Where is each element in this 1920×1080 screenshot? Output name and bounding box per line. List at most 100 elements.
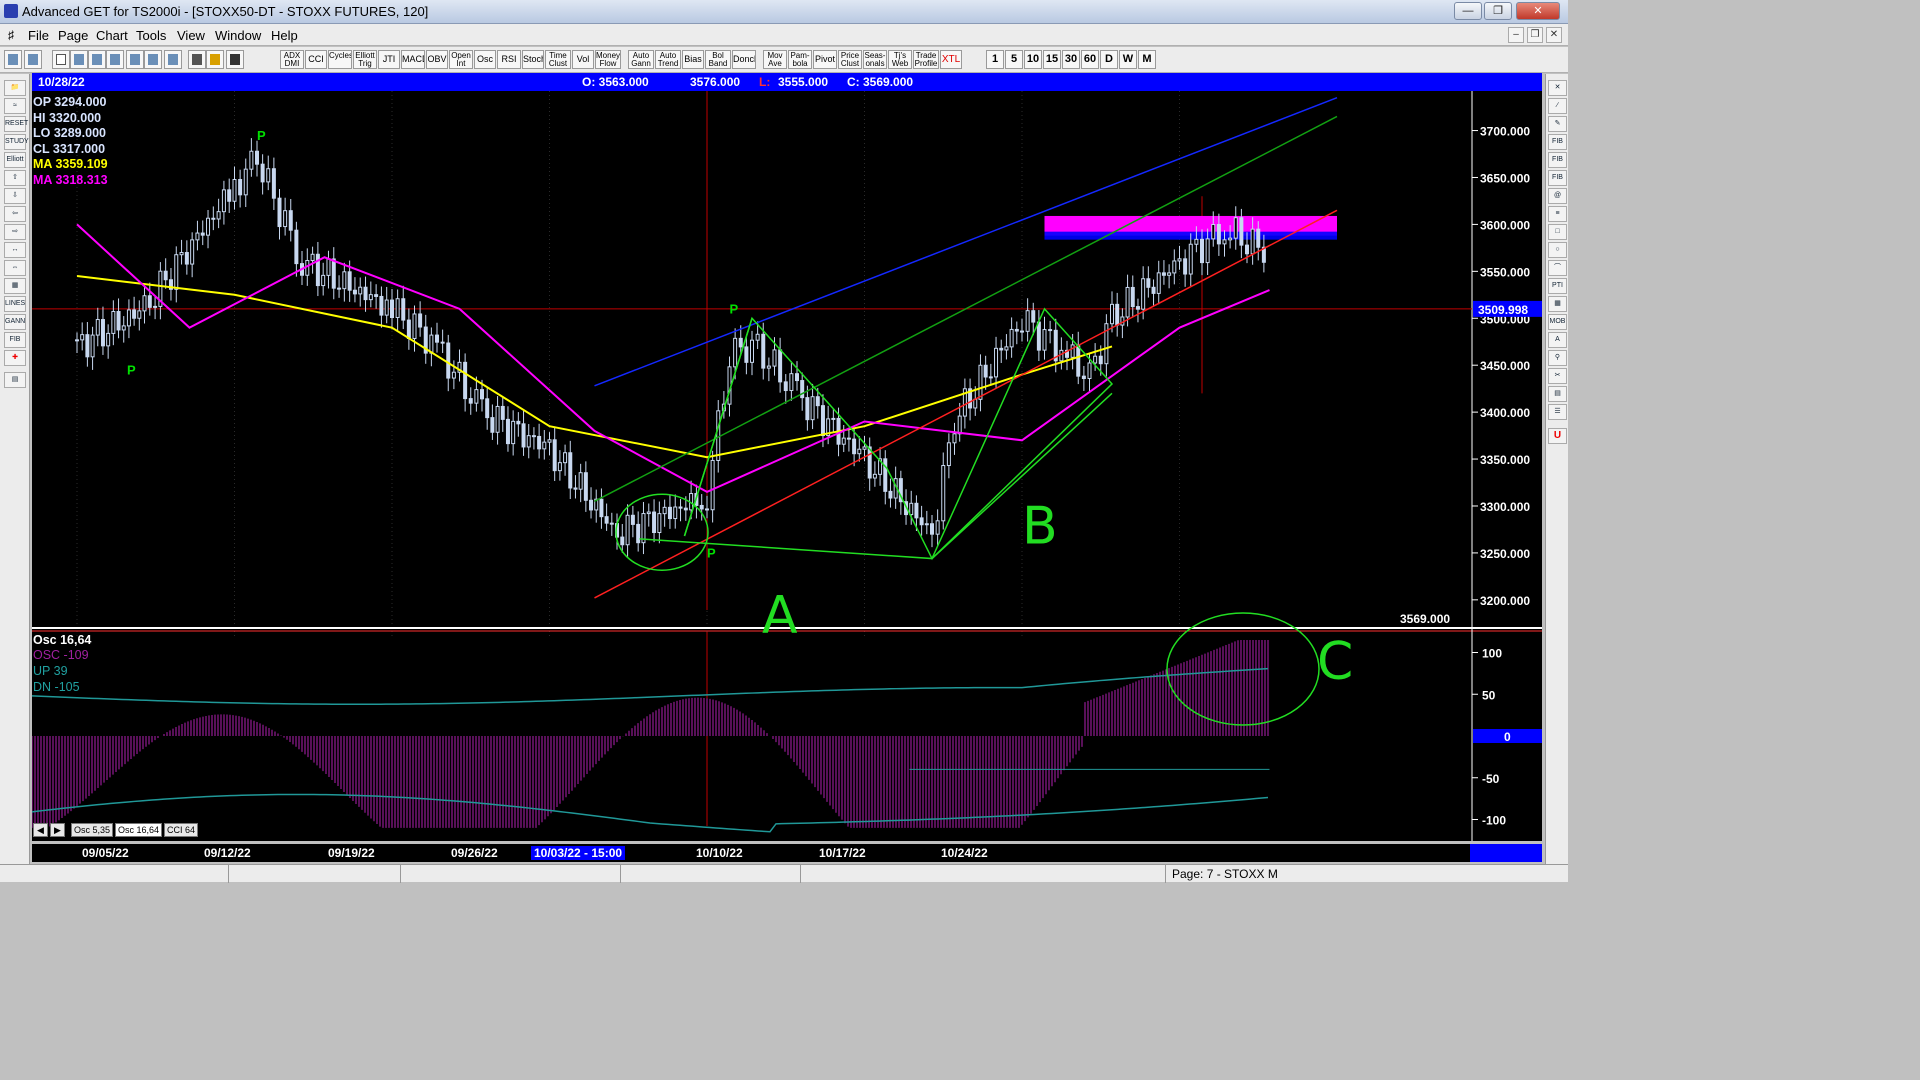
- layout-icon[interactable]: [144, 50, 162, 69]
- box-icon[interactable]: □: [1548, 224, 1567, 240]
- timeframe-button[interactable]: 15: [1043, 50, 1061, 69]
- help-icon[interactable]: [206, 50, 224, 69]
- study-button[interactable]: Auto Trend: [655, 50, 681, 69]
- study-button[interactable]: Elliott Trig: [353, 50, 377, 69]
- table-icon[interactable]: ▦: [4, 278, 26, 294]
- close-button[interactable]: ✕: [1516, 2, 1560, 20]
- study-button[interactable]: Osc: [474, 50, 496, 69]
- text-tool-icon[interactable]: A: [1548, 332, 1567, 348]
- menu-chart[interactable]: Chart: [96, 28, 128, 43]
- study-button[interactable]: Money Flow: [595, 50, 621, 69]
- mob-icon[interactable]: MOB: [1548, 314, 1567, 330]
- timeframe-button[interactable]: 30: [1062, 50, 1080, 69]
- mdi-close-button[interactable]: ✕: [1546, 27, 1562, 43]
- elliott-icon[interactable]: Elliott: [4, 152, 26, 168]
- fib-ext-icon[interactable]: FIB: [1548, 152, 1567, 168]
- maximize-button[interactable]: ❐: [1484, 2, 1512, 20]
- window-icon[interactable]: [126, 50, 144, 69]
- study-button[interactable]: Mov Ave: [763, 50, 787, 69]
- compress-icon[interactable]: ⇔: [4, 260, 26, 276]
- timeframe-button[interactable]: 5: [1005, 50, 1023, 69]
- study-button[interactable]: Pam- bola: [788, 50, 812, 69]
- draw-line-icon[interactable]: ∕: [1548, 98, 1567, 114]
- magnet-icon[interactable]: U: [1548, 428, 1567, 444]
- menu-help[interactable]: Help: [271, 28, 298, 43]
- study-button[interactable]: Trade Profile: [913, 50, 939, 69]
- folder-icon[interactable]: 📁: [4, 80, 26, 96]
- study-button[interactable]: Donch: [732, 50, 756, 69]
- gallery-icon[interactable]: ▤: [1548, 386, 1567, 402]
- arrow-left-icon[interactable]: ⇦: [4, 206, 26, 222]
- pin-icon[interactable]: [4, 50, 22, 69]
- reset-icon[interactable]: RESET: [4, 116, 28, 132]
- arrow-up-icon[interactable]: ⇧: [4, 170, 26, 186]
- list-icon[interactable]: ☰: [1548, 404, 1567, 420]
- timeframe-button[interactable]: W: [1119, 50, 1137, 69]
- nav-icon[interactable]: [106, 50, 124, 69]
- pencil-icon[interactable]: ✎: [1548, 116, 1567, 132]
- axis-scroll-block[interactable]: [1470, 844, 1542, 862]
- crosshair-icon[interactable]: ✚: [4, 350, 26, 366]
- study-button[interactable]: Price Clust: [838, 50, 862, 69]
- lines-icon[interactable]: LINES: [4, 296, 26, 312]
- menu-tools[interactable]: Tools: [136, 28, 166, 43]
- timeframe-button[interactable]: D: [1100, 50, 1118, 69]
- pti-icon[interactable]: PTI: [1548, 278, 1567, 294]
- study-button[interactable]: MACD: [401, 50, 425, 69]
- tab-prev-arrow[interactable]: ◀: [33, 823, 48, 837]
- arrow-right-icon[interactable]: ⇨: [4, 224, 26, 240]
- study-button[interactable]: Vol: [572, 50, 594, 69]
- study-button[interactable]: CCI: [305, 50, 327, 69]
- timeframe-button[interactable]: M: [1138, 50, 1156, 69]
- fib-ret-icon[interactable]: FIB: [1548, 134, 1567, 150]
- new-page-icon[interactable]: [52, 50, 70, 69]
- save-icon[interactable]: [88, 50, 106, 69]
- expand-icon[interactable]: ↔: [4, 242, 26, 258]
- study-button[interactable]: Tj's Web: [888, 50, 912, 69]
- timeframe-button[interactable]: 1: [986, 50, 1004, 69]
- gann-icon[interactable]: GANN: [4, 314, 26, 330]
- study-button[interactable]: Bol Band: [705, 50, 731, 69]
- minimize-button[interactable]: —: [1454, 2, 1482, 20]
- study-button[interactable]: OBV: [426, 50, 448, 69]
- study-button[interactable]: Open Int: [449, 50, 473, 69]
- menu-view[interactable]: View: [177, 28, 205, 43]
- study-button[interactable]: XTL: [940, 50, 962, 69]
- eraser-icon[interactable]: ✂: [1548, 368, 1567, 384]
- grid-icon[interactable]: [164, 50, 182, 69]
- study-button[interactable]: Cycles: [328, 50, 352, 69]
- quote-icon[interactable]: [24, 50, 42, 69]
- mdi-icon[interactable]: ♯: [8, 28, 14, 42]
- study-button[interactable]: RSI: [497, 50, 521, 69]
- spiral-icon[interactable]: @: [1548, 188, 1567, 204]
- zoom-icon[interactable]: ⚲: [1548, 350, 1567, 366]
- timeframe-button[interactable]: 10: [1024, 50, 1042, 69]
- fib-time-icon[interactable]: FIB: [1548, 170, 1567, 186]
- arc-icon[interactable]: ⌒: [1548, 260, 1567, 276]
- study-button[interactable]: Stoch: [522, 50, 544, 69]
- tab-next-arrow[interactable]: ▶: [50, 823, 65, 837]
- context-help-icon[interactable]: [226, 50, 244, 69]
- mdi-restore-button[interactable]: ❐: [1527, 27, 1543, 43]
- fib-icon[interactable]: FIB: [4, 332, 26, 348]
- study-button[interactable]: Pivot: [813, 50, 837, 69]
- study-button[interactable]: Time Clust: [545, 50, 571, 69]
- study-button[interactable]: JTI: [378, 50, 400, 69]
- study-button[interactable]: Seas- onals: [863, 50, 887, 69]
- grid-tool-icon[interactable]: ▦: [1548, 296, 1567, 312]
- chart-area[interactable]: 3700.000 3650.000 3600.000 3550.000 3500.000…: [31, 91, 1542, 841]
- timeframe-button[interactable]: 60: [1081, 50, 1099, 69]
- study-button[interactable]: Bias: [682, 50, 704, 69]
- tab-osc-16-64[interactable]: Osc 16,64: [115, 823, 163, 837]
- arrow-down-icon[interactable]: ⇩: [4, 188, 26, 204]
- menu-file[interactable]: File: [28, 28, 49, 43]
- study-button[interactable]: ADX DMI: [280, 50, 304, 69]
- menu-page[interactable]: Page: [58, 28, 88, 43]
- tab-cci-64[interactable]: CCI 64: [164, 823, 199, 837]
- mdi-minimize-button[interactable]: –: [1508, 27, 1524, 43]
- open-icon[interactable]: [70, 50, 88, 69]
- study-button[interactable]: Auto Gann: [628, 50, 654, 69]
- fan-icon[interactable]: ≡: [1548, 206, 1567, 222]
- price-chart[interactable]: 3700.0003650.0003600.0003550.0003500.000…: [31, 91, 1542, 841]
- menu-window[interactable]: Window: [215, 28, 261, 43]
